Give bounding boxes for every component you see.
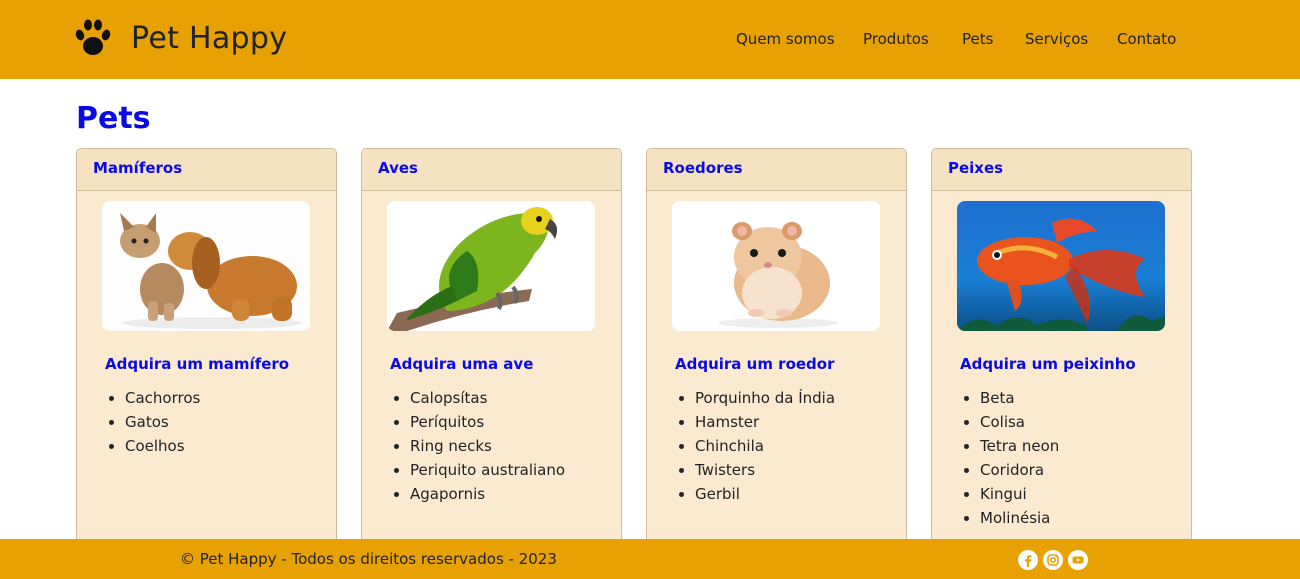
instagram-icon[interactable] [1043,550,1063,570]
card-title: Mamíferos [77,149,336,191]
list-item: Beta [980,386,1059,410]
list-item: Periquito australiano [410,458,565,482]
card-subtitle[interactable]: Adquira uma ave [390,355,533,373]
list-item: Coridora [980,458,1059,482]
list-item: Coelhos [125,434,200,458]
card-subtitle[interactable]: Adquira um mamífero [105,355,289,373]
list-item: Porquinho da Índia [695,386,835,410]
list-item: Ring necks [410,434,565,458]
list-item: Gerbil [695,482,835,506]
card-title: Peixes [932,149,1191,191]
list-item: Gatos [125,410,200,434]
facebook-icon[interactable] [1018,550,1038,570]
card-list: Porquinho da Índia Hamster Chinchila Twi… [695,386,835,506]
site-header: Pet Happy Quem somos Produtos Pets Servi… [0,0,1300,79]
card-mamiferos: Mamíferos Adquira um mamífero Cachorros … [76,148,337,548]
list-item: Kingui [980,482,1059,506]
nav-pets[interactable]: Pets [962,30,993,48]
list-item: Chinchila [695,434,835,458]
card-subtitle[interactable]: Adquira um peixinho [960,355,1136,373]
nav-contato[interactable]: Contato [1117,30,1176,48]
card-list: Cachorros Gatos Coelhos [125,386,200,458]
nav-produtos[interactable]: Produtos [863,30,929,48]
main-nav: Quem somos Produtos Pets Serviços Contat… [0,30,1300,50]
card-title: Roedores [647,149,906,191]
list-item: Tetra neon [980,434,1059,458]
list-item: Hamster [695,410,835,434]
list-item: Períquitos [410,410,565,434]
page-title: Pets [76,101,151,136]
card-title: Aves [362,149,621,191]
parrot-image [387,201,595,331]
list-item: Calopsítas [410,386,565,410]
youtube-icon[interactable] [1068,550,1088,570]
list-item: Cachorros [125,386,200,410]
copyright-text: © Pet Happy - Todos os direitos reservad… [180,550,557,568]
kitten-puppy-image [102,201,310,331]
site-footer: © Pet Happy - Todos os direitos reservad… [0,539,1300,579]
goldfish-image [957,201,1165,331]
card-subtitle[interactable]: Adquira um roedor [675,355,835,373]
card-list: Beta Colisa Tetra neon Coridora Kingui M… [980,386,1059,530]
list-item: Agapornis [410,482,565,506]
card-peixes: Peixes Adquira um peixinho Beta [931,148,1192,548]
list-item: Molinésia [980,506,1059,530]
card-aves: Aves Adquira uma ave Calopsítas Períquit… [361,148,622,548]
nav-quem-somos[interactable]: Quem somos [736,30,835,48]
list-item: Colisa [980,410,1059,434]
list-item: Twisters [695,458,835,482]
hamster-image [672,201,880,331]
card-roedores: Roedores Adquira um roedor Porquinho da … [646,148,907,548]
card-list: Calopsítas Períquitos Ring necks Periqui… [410,386,565,506]
nav-servicos[interactable]: Serviços [1025,30,1088,48]
